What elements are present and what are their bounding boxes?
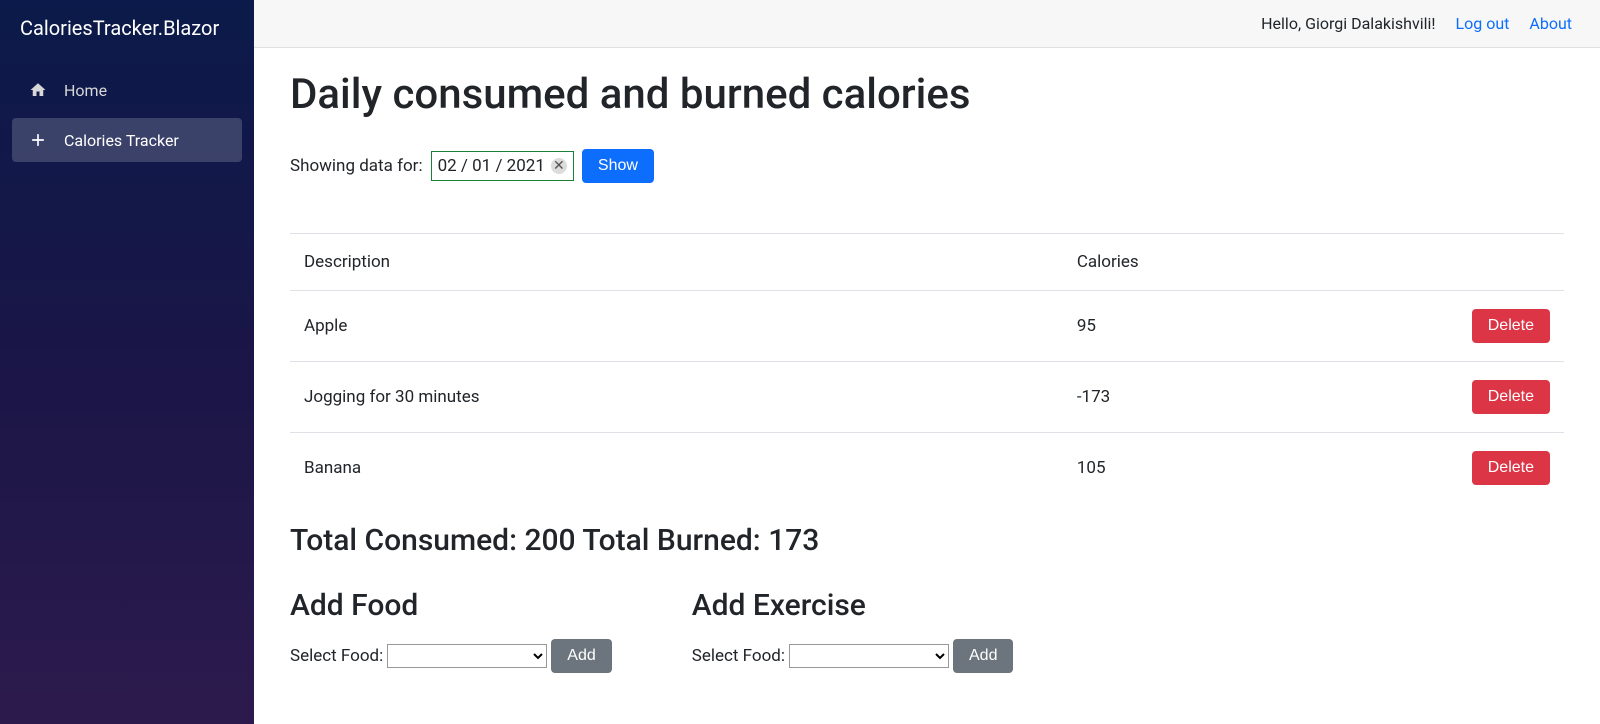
date-filter-row: Showing data for: 02 / 01 / 2021 ✕ Show [290,149,1564,183]
consumed-value: 200 [524,523,575,558]
add-exercise-button[interactable]: Add [953,639,1013,673]
cell-description: Banana [290,433,1063,504]
cell-calories: -173 [1063,362,1404,433]
consumed-label: Total Consumed: [290,523,517,558]
add-exercise-section: Add Exercise Select Food: Add [692,588,1014,673]
sidebar-nav: Home Calories Tracker [0,56,254,180]
calories-table: Description Calories Apple 95 Delete Jog… [290,233,1564,503]
col-description: Description [290,234,1063,291]
table-row: Jogging for 30 minutes -173 Delete [290,362,1564,433]
delete-button[interactable]: Delete [1472,451,1550,485]
topbar: Hello, Giorgi Dalakishvili! Log out Abou… [254,0,1600,48]
delete-button[interactable]: Delete [1472,309,1550,343]
user-greeting: Hello, Giorgi Dalakishvili! [1261,14,1435,33]
add-forms-row: Add Food Select Food: Add Add Exercise S… [290,588,1564,673]
select-food-label: Select Food: [290,646,383,666]
about-link[interactable]: About [1529,14,1572,33]
sidebar-item-label: Calories Tracker [64,131,179,150]
select-exercise-label: Select Food: [692,646,785,666]
sidebar-item-home[interactable]: Home [12,68,242,112]
add-food-section: Add Food Select Food: Add [290,588,612,673]
show-button[interactable]: Show [582,149,654,183]
table-row: Apple 95 Delete [290,291,1564,362]
add-food-button[interactable]: Add [551,639,611,673]
col-actions [1404,234,1564,291]
sidebar-item-calories-tracker[interactable]: Calories Tracker [12,118,242,162]
date-label: Showing data for: [290,156,423,176]
content: Daily consumed and burned calories Showi… [254,48,1600,713]
delete-button[interactable]: Delete [1472,380,1550,414]
burned-value: 173 [768,523,819,558]
table-row: Banana 105 Delete [290,433,1564,504]
sidebar: CaloriesTracker.Blazor Home Calories Tra… [0,0,254,724]
col-calories: Calories [1063,234,1404,291]
cell-calories: 95 [1063,291,1404,362]
cell-description: Jogging for 30 minutes [290,362,1063,433]
sidebar-item-label: Home [64,81,107,100]
add-food-title: Add Food [290,588,612,623]
food-select[interactable] [387,644,547,668]
clear-date-icon[interactable]: ✕ [551,158,567,174]
app-brand: CaloriesTracker.Blazor [0,0,254,56]
date-value: 02 / 01 / 2021 [438,156,545,176]
page-title: Daily consumed and burned calories [290,70,1564,119]
exercise-select[interactable] [789,644,949,668]
cell-calories: 105 [1063,433,1404,504]
logout-link[interactable]: Log out [1456,14,1510,33]
main-area: Hello, Giorgi Dalakishvili! Log out Abou… [254,0,1600,724]
totals-summary: Total Consumed: 200 Total Burned: 173 [290,523,1564,558]
date-input[interactable]: 02 / 01 / 2021 ✕ [431,151,574,181]
home-icon [28,80,48,100]
cell-description: Apple [290,291,1063,362]
burned-label: Total Burned: [582,523,760,558]
plus-icon [28,130,48,150]
add-exercise-title: Add Exercise [692,588,1014,623]
